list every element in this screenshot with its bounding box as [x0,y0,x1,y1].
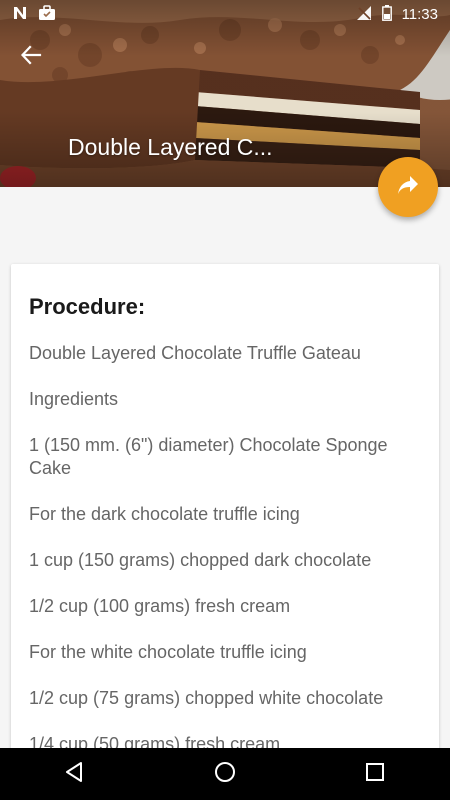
procedure-line: 1 (150 mm. (6") diameter) Chocolate Spon… [29,435,388,478]
status-bar: 11:33 [0,0,450,28]
procedure-content: Procedure: Double Layered Chocolate Truf… [11,264,439,756]
procedure-line: 1 cup (150 grams) chopped dark chocolate [29,550,372,570]
procedure-card: Procedure: Double Layered Chocolate Truf… [11,264,439,784]
nav-home-button[interactable] [195,748,255,800]
briefcase-notification-icon [38,4,56,24]
nav-back-button[interactable] [45,748,105,800]
signal-off-icon [356,5,372,24]
procedure-line: For the dark chocolate truffle icing [29,504,300,524]
procedure-line: 1/2 cup (100 grams) fresh cream [29,596,291,616]
procedure-heading: Procedure: [29,294,146,319]
procedure-line: Ingredients [29,389,119,409]
procedure-line: For the white chocolate truffle icing [29,642,307,662]
procedure-line: Double Layered Chocolate Truffle Gateau [29,343,361,363]
system-navigation-bar [0,748,450,800]
share-button[interactable] [378,157,438,217]
battery-icon [381,4,392,24]
page-title: Double Layered C... [68,134,273,160]
n-notification-icon [12,5,28,24]
back-triangle-icon [64,761,86,788]
back-button[interactable] [14,40,48,74]
nav-recents-button[interactable] [345,748,405,800]
status-time: 11:33 [401,5,438,23]
home-circle-icon [214,761,236,788]
share-arrow-icon [397,175,419,200]
status-bar-right: 11:33 [356,4,450,24]
status-bar-left [0,4,56,24]
recipe-detail-screen: 11:33 Double Layered C... Procedure: Dou… [0,0,450,800]
procedure-line: 1/2 cup (75 grams) chopped white chocola… [29,688,384,708]
recents-square-icon [365,762,385,787]
arrow-left-icon [20,44,42,71]
